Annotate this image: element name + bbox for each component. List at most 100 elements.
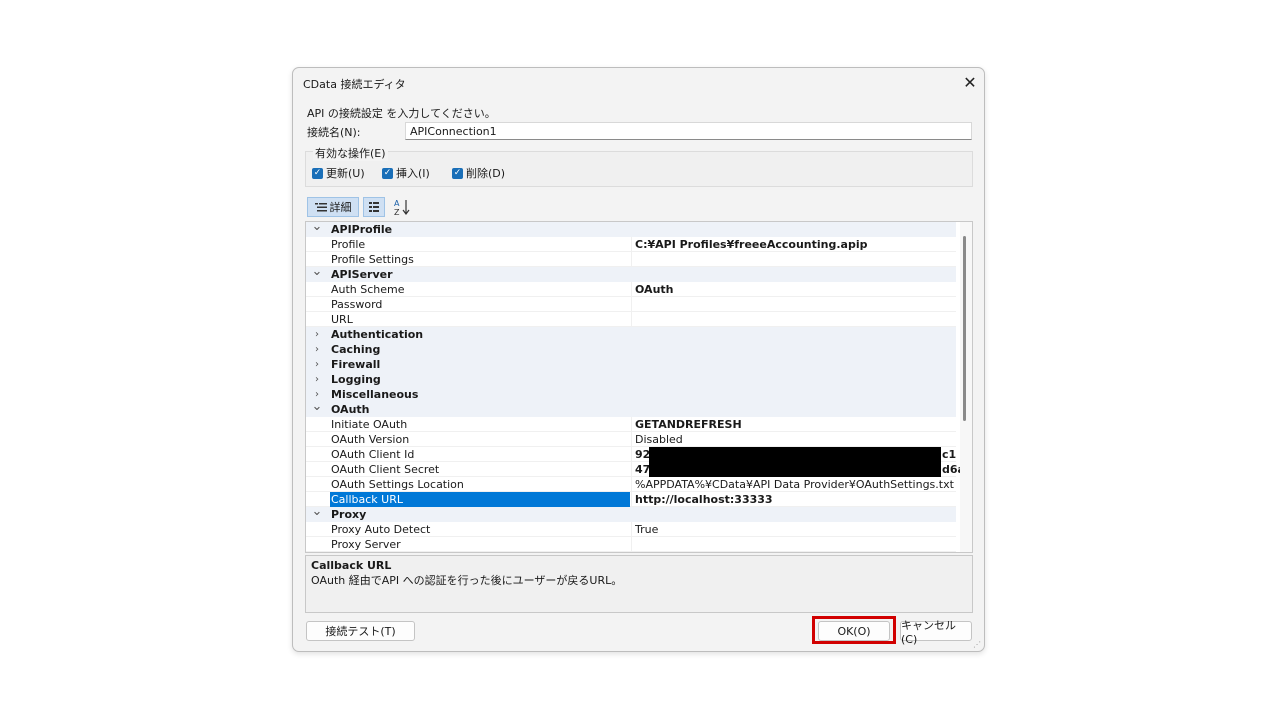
property-category-label: Firewall xyxy=(331,358,381,371)
property-name: Password xyxy=(330,297,630,312)
delete-checkbox[interactable]: ✓ 削除(D) xyxy=(452,165,505,181)
ok-button[interactable]: OK(O) xyxy=(818,621,890,641)
resize-grip-icon[interactable]: ⋰ xyxy=(973,640,981,649)
property-category-row[interactable]: ⌄ APIProfile xyxy=(306,222,956,237)
chevron-down-icon[interactable]: ⌄ xyxy=(310,265,324,278)
property-row[interactable]: URL xyxy=(306,312,956,327)
property-category-label: APIProfile xyxy=(331,223,393,236)
list-icon xyxy=(314,202,327,211)
update-checkbox-label: 更新(U) xyxy=(326,167,365,180)
property-value[interactable]: True xyxy=(635,522,955,537)
chevron-right-icon[interactable]: › xyxy=(310,372,324,387)
property-row[interactable]: Proxy Auto Detect True xyxy=(306,522,956,537)
property-category-label: Logging xyxy=(331,373,381,386)
property-category-row[interactable]: › Miscellaneous xyxy=(306,387,956,402)
property-value-text: Disabled xyxy=(635,433,683,446)
chevron-right-icon[interactable]: › xyxy=(310,342,324,357)
property-category-row[interactable]: › Authentication xyxy=(306,327,956,342)
property-name-text: URL xyxy=(331,313,353,326)
property-value-tail: c1 xyxy=(942,448,957,461)
property-category-label: APIServer xyxy=(331,268,393,281)
property-value[interactable]: http://localhost:33333 xyxy=(635,492,955,507)
property-category-row[interactable]: ⌄ APIServer xyxy=(306,265,956,282)
property-category-row[interactable]: › Caching xyxy=(306,342,956,357)
property-value[interactable]: GETANDREFRESH xyxy=(635,417,955,432)
property-grid[interactable]: ⌄ APIProfile Profile C:¥API Profiles¥freeeA… xyxy=(305,221,973,553)
property-row[interactable]: Callback URL http://localhost:33333 xyxy=(306,492,956,507)
property-value[interactable]: OAuth xyxy=(635,282,955,297)
property-row[interactable]: OAuth Settings Location %APPDATA%¥CData¥A… xyxy=(306,477,956,492)
property-row[interactable]: Profile C:¥API Profiles¥freeeAccounting.a… xyxy=(306,237,956,252)
property-row[interactable]: Initiate OAuth GETANDREFRESH xyxy=(306,417,956,432)
property-name: OAuth Version xyxy=(330,432,630,447)
categorized-view-button[interactable]: 詳細 xyxy=(307,197,359,217)
column-divider xyxy=(631,462,632,477)
column-divider xyxy=(631,537,632,552)
property-category-row[interactable]: ⌄ OAuth xyxy=(306,400,956,417)
property-row[interactable]: Proxy Server xyxy=(306,537,956,552)
property-category-row[interactable]: › Logging xyxy=(306,372,956,387)
vertical-scrollbar[interactable] xyxy=(960,222,972,552)
description-title: Callback URL xyxy=(311,559,392,572)
property-category-row[interactable]: › Firewall xyxy=(306,357,956,372)
check-icon: ✓ xyxy=(312,167,323,179)
description-text: OAuth 経由でAPI への認証を行った後にユーザーが戻るURL。 xyxy=(311,574,623,587)
property-name: OAuth Settings Location xyxy=(330,477,630,492)
property-value[interactable]: %APPDATA%¥CData¥API Data Provider¥OAuthS… xyxy=(635,477,955,492)
chevron-right-icon[interactable]: › xyxy=(310,327,324,342)
property-name: Profile xyxy=(330,237,630,252)
property-row[interactable]: Auth Scheme OAuth xyxy=(306,282,956,297)
close-icon[interactable]: ✕ xyxy=(957,72,983,94)
connection-name-label: 接続名(N): xyxy=(307,126,361,139)
chevron-down-icon[interactable]: ⌄ xyxy=(310,400,324,413)
property-value[interactable]: C:¥API Profiles¥freeeAccounting.apip xyxy=(635,237,955,252)
cancel-button[interactable]: キャンセル(C) xyxy=(900,619,972,646)
svg-text:A: A xyxy=(394,199,400,208)
chevron-right-icon[interactable]: › xyxy=(310,357,324,372)
property-row[interactable]: Profile Settings xyxy=(306,252,956,267)
connection-name-input[interactable]: APIConnection1 xyxy=(405,122,972,140)
operations-group-label: 有効な操作(E) xyxy=(313,145,388,161)
property-category-label: Proxy xyxy=(331,508,367,521)
property-name-text: Callback URL xyxy=(331,493,403,506)
grid-icon xyxy=(369,202,379,212)
column-divider xyxy=(631,492,632,507)
property-category-label: Caching xyxy=(331,343,381,356)
property-row[interactable]: OAuth Version Disabled xyxy=(306,432,956,447)
property-name-text: Proxy Server xyxy=(331,538,401,551)
property-name: URL xyxy=(330,312,630,327)
column-divider xyxy=(631,417,632,432)
column-divider xyxy=(631,282,632,297)
property-name-text: Proxy Auto Detect xyxy=(331,523,431,536)
property-name-text: OAuth Client Secret xyxy=(331,463,440,476)
instruction-text: API の接続設定 を入力してください。 xyxy=(307,107,496,120)
insert-checkbox[interactable]: ✓ 挿入(I) xyxy=(382,165,430,181)
property-name: Proxy Server xyxy=(330,537,630,552)
redaction-block xyxy=(649,447,941,462)
property-category-row[interactable]: ⌄ Proxy xyxy=(306,505,956,522)
property-category-label: Authentication xyxy=(331,328,424,341)
property-name-text: OAuth Settings Location xyxy=(331,478,464,491)
property-name-text: OAuth Version xyxy=(331,433,410,446)
property-value-text: GETANDREFRESH xyxy=(635,418,742,431)
property-value-text: True xyxy=(635,523,659,536)
chevron-down-icon[interactable]: ⌄ xyxy=(310,505,324,518)
chevron-down-icon[interactable]: ⌄ xyxy=(310,222,324,233)
column-divider xyxy=(631,477,632,492)
property-row[interactable]: OAuth Client Id 92 c1 xyxy=(306,447,956,462)
alphabetical-view-button[interactable] xyxy=(363,197,385,217)
property-name-text: Password xyxy=(331,298,383,311)
property-value-text: http://localhost:33333 xyxy=(635,493,773,506)
property-name-text: Initiate OAuth xyxy=(331,418,408,431)
test-connection-button[interactable]: 接続テスト(T) xyxy=(306,621,415,641)
property-name-text: OAuth Client Id xyxy=(331,448,415,461)
sort-button[interactable]: A Z xyxy=(391,197,413,217)
property-row[interactable]: OAuth Client Secret 47 d6a xyxy=(306,462,965,477)
scrollbar-thumb[interactable] xyxy=(963,236,966,421)
property-name-text: Profile xyxy=(331,238,366,251)
update-checkbox[interactable]: ✓ 更新(U) xyxy=(312,165,365,181)
delete-checkbox-label: 削除(D) xyxy=(466,167,506,180)
column-divider xyxy=(631,237,632,252)
property-value[interactable]: Disabled xyxy=(635,432,955,447)
property-row[interactable]: Password xyxy=(306,297,956,312)
